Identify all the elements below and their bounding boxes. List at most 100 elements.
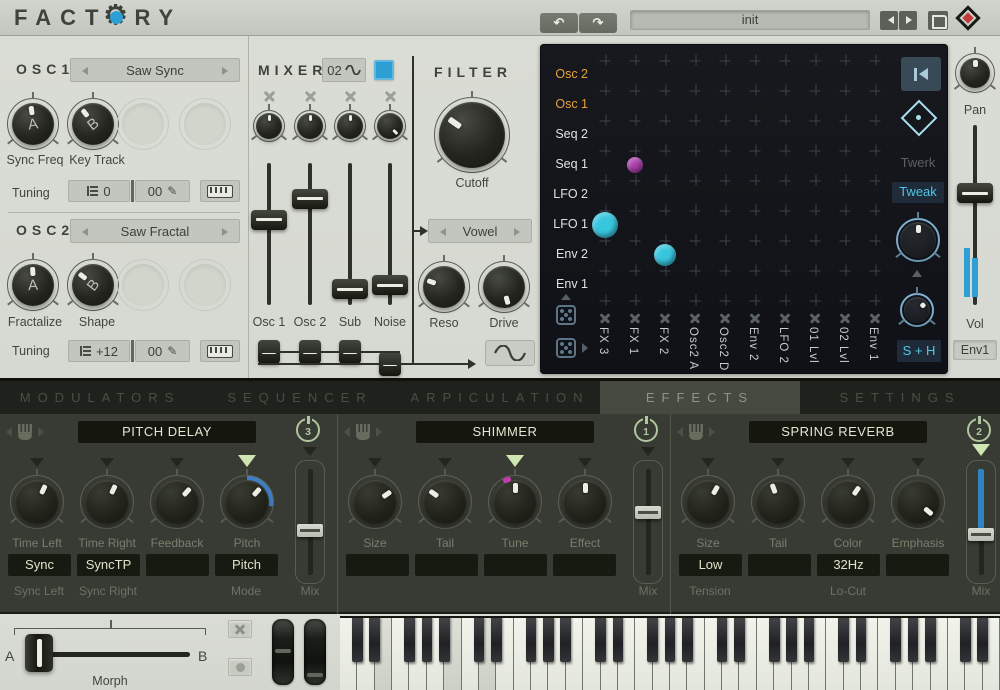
matrix-smooth-knob[interactable] (900, 293, 934, 327)
fx-knob[interactable] (488, 475, 542, 529)
fx-power-button[interactable]: 1 (634, 418, 658, 442)
osc1-wave-select[interactable]: Saw Sync (70, 58, 240, 82)
filter-shape-button[interactable] (485, 340, 535, 366)
preset-next-button[interactable] (899, 11, 917, 30)
piano-key-black[interactable] (526, 616, 537, 662)
arrow-right-icon[interactable] (376, 427, 382, 437)
pan-knob[interactable] (955, 53, 995, 93)
piano-key-black[interactable] (491, 616, 502, 662)
fx-mix-fader[interactable] (966, 460, 996, 584)
matrix-row-label[interactable]: LFO 1 (546, 217, 588, 231)
matrix-mod-dot[interactable] (592, 212, 618, 238)
matrix-amount-knob[interactable] (896, 218, 940, 262)
sample-hold-button[interactable]: S + H (897, 340, 941, 362)
matrix-col-label[interactable]: 01 Lvl (807, 327, 819, 373)
fader-handle[interactable] (332, 279, 368, 299)
matrix-clear-icon[interactable] (599, 312, 611, 324)
piano-key-black[interactable] (890, 616, 901, 662)
piano-keyboard[interactable] (340, 616, 1000, 690)
tab-settings[interactable]: SETTINGS (800, 381, 1000, 414)
piano-key-black[interactable] (404, 616, 415, 662)
osc1-cents-field[interactable]: 00✎ (135, 180, 190, 202)
osc2-keytrack-button[interactable] (200, 340, 240, 362)
matrix-clear-icon[interactable] (719, 312, 731, 324)
skip-back-button[interactable] (901, 57, 941, 91)
mod-matrix-panel[interactable]: Osc 2Osc 1Seq 2Seq 1LFO 2LFO 1Env 2Env 1… (540, 44, 948, 374)
tab-arpiculation[interactable]: ARPICULATION (400, 381, 600, 414)
fader-handle[interactable] (957, 183, 993, 203)
osc1-keytrack-button[interactable] (200, 180, 240, 202)
matrix-clear-icon[interactable] (629, 312, 641, 324)
matrix-clear-icon[interactable] (749, 312, 761, 324)
fader-handle[interactable] (251, 210, 287, 230)
fader-handle[interactable] (297, 524, 323, 537)
matrix-col-label[interactable]: FX 2 (657, 327, 669, 373)
fx-knob[interactable] (10, 475, 64, 529)
morph-slider-handle[interactable] (25, 634, 53, 672)
morph-clear-button[interactable] (228, 620, 252, 638)
fx-option-button[interactable] (484, 554, 547, 576)
matrix-clear-icon[interactable] (839, 312, 851, 324)
morph-record-button[interactable] (228, 658, 252, 676)
arrow-left-icon[interactable] (344, 427, 350, 437)
fx-knob[interactable] (150, 475, 204, 529)
fx-title[interactable]: SHIMMER (416, 421, 594, 443)
matrix-row-label[interactable]: Seq 2 (546, 127, 588, 141)
piano-key-black[interactable] (908, 616, 919, 662)
preset-prev-button[interactable] (880, 11, 898, 30)
fx-option-button[interactable]: 32Hz (817, 554, 880, 576)
redo-button[interactable]: ↷ (579, 13, 617, 33)
mixer-fader[interactable] (292, 163, 328, 305)
matrix-col-label[interactable]: FX 1 (627, 327, 639, 373)
fx-mix-fader[interactable] (295, 460, 325, 584)
fader-handle[interactable] (635, 506, 661, 519)
mixer-osc-page-button[interactable]: 02 (322, 58, 366, 82)
matrix-clear-icon[interactable] (779, 312, 791, 324)
matrix-mod-dot[interactable] (627, 157, 643, 173)
matrix-col-label[interactable]: LFO 2 (777, 327, 789, 373)
matrix-clear-icon[interactable] (689, 312, 701, 324)
fx-option-button[interactable] (346, 554, 409, 576)
preset-name-field[interactable]: init (630, 10, 870, 30)
tab-effects[interactable]: EFFECTS (600, 381, 800, 414)
fx-option-button[interactable]: Pitch (215, 554, 278, 576)
piano-key-black[interactable] (474, 616, 485, 662)
piano-key-black[interactable] (682, 616, 693, 662)
tweak-mode-button[interactable]: Tweak (892, 182, 944, 203)
matrix-clear-icon[interactable] (869, 312, 881, 324)
matrix-row-label[interactable]: LFO 2 (546, 187, 588, 201)
filter-mode-select[interactable]: Vowel (428, 219, 532, 243)
matrix-col-label[interactable]: FX 3 (597, 327, 609, 373)
fx-option-button[interactable] (553, 554, 616, 576)
piano-key-black[interactable] (595, 616, 606, 662)
piano-key-black[interactable] (960, 616, 971, 662)
undo-button[interactable]: ↶ (540, 13, 578, 33)
fx-drag-nav[interactable] (344, 423, 394, 441)
osc2-semitone-field[interactable]: +12 (68, 340, 130, 362)
piano-key-black[interactable] (734, 616, 745, 662)
filter-cutoff-knob[interactable] (434, 97, 510, 173)
piano-key-black[interactable] (977, 616, 988, 662)
save-icon[interactable] (928, 11, 948, 30)
fx-knob[interactable] (80, 475, 134, 529)
osc2-cents-field[interactable]: 00✎ (135, 340, 190, 362)
piano-key-black[interactable] (613, 616, 624, 662)
vol-mod-source-badge[interactable]: Env1 (953, 340, 997, 360)
matrix-row-label[interactable]: Env 2 (546, 247, 588, 261)
mixer-fader[interactable] (251, 163, 287, 305)
matrix-clear-icon[interactable] (809, 312, 821, 324)
matrix-col-label[interactable]: Osc2 A (687, 327, 699, 373)
matrix-col-label[interactable]: Osc2 D (717, 327, 729, 373)
pitch-wheel[interactable] (272, 619, 294, 685)
morph-slider-track[interactable] (30, 652, 190, 657)
fx-option-button[interactable] (415, 554, 478, 576)
fx-option-button[interactable] (748, 554, 811, 576)
matrix-clear-icon[interactable] (659, 312, 671, 324)
tab-sequencer[interactable]: SEQUENCER (200, 381, 400, 414)
piano-key-black[interactable] (422, 616, 433, 662)
mixer-mod-knob[interactable] (253, 110, 285, 142)
dice-randomize-icon[interactable] (556, 305, 576, 325)
fx-drag-nav[interactable] (677, 423, 727, 441)
piano-key-black[interactable] (786, 616, 797, 662)
piano-key-black[interactable] (352, 616, 363, 662)
